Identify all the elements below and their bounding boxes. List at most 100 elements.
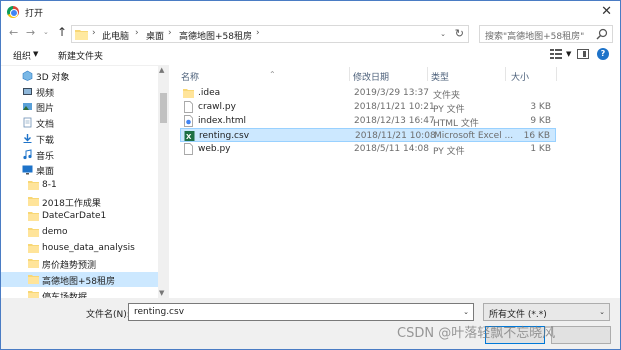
filename-label: 文件名(N):: [86, 310, 130, 320]
breadcrumb-separator: ›: [92, 28, 96, 38]
file-name: web.py: [198, 144, 231, 154]
column-divider[interactable]: [427, 67, 428, 81]
nav-item-label: 停车场数据: [42, 292, 88, 298]
column-header-name[interactable]: 名称 ⌃: [181, 65, 349, 83]
file-size: 3 KB: [530, 102, 551, 112]
filetype-value: 所有文件 (*.*): [489, 310, 547, 320]
nav-item[interactable]: house_data_analysis: [1, 241, 158, 256]
nav-item-label: 文档: [36, 120, 55, 131]
file-row[interactable]: .idea 2019/3/29 13:37 文件夹: [180, 86, 556, 101]
nav-item[interactable]: 2018工作成果: [1, 194, 158, 209]
nav-item[interactable]: 文档: [1, 115, 158, 130]
column-header-type[interactable]: 类型: [431, 65, 507, 83]
nav-item-label: 房价趋势预测: [42, 261, 97, 272]
desktop-icon: [22, 165, 33, 175]
scrollbar-thumb[interactable]: [160, 93, 167, 123]
folder-icon: [28, 212, 39, 222]
nav-item-label: 高德地图+58租房: [42, 277, 115, 288]
recent-locations-chevron-icon[interactable]: ⌄: [43, 28, 49, 36]
up-arrow-icon[interactable]: ↑: [57, 25, 67, 39]
file-date: 2019/3/29 13:37: [354, 88, 429, 98]
nav-item[interactable]: 下载: [1, 131, 158, 146]
close-button[interactable]: ✕: [601, 4, 612, 19]
folder-icon: [28, 275, 39, 285]
nav-item[interactable]: 图片: [1, 99, 158, 114]
filetype-chevron-icon[interactable]: ⌄: [599, 308, 605, 316]
address-history-chevron-icon[interactable]: ⌄: [440, 30, 446, 38]
file-date: 2018/5/11 14:08: [354, 144, 429, 154]
folder-icon: [28, 196, 39, 206]
view-options-icon[interactable]: [549, 48, 563, 60]
navigation-scrollbar[interactable]: ▲ ▼: [158, 65, 169, 298]
column-divider[interactable]: [349, 67, 350, 81]
breadcrumb-desktop[interactable]: 桌面: [146, 29, 164, 42]
file-type: Microsoft Excel ...: [434, 131, 514, 141]
file-date: 2018/11/21 10:21: [354, 102, 435, 112]
nav-item[interactable]: 音乐: [1, 147, 158, 162]
column-header-size[interactable]: 大小: [511, 65, 557, 83]
documents-icon: [23, 117, 32, 128]
file-row[interactable]: web.py 2018/5/11 14:08 PY 文件 1 KB: [180, 142, 556, 157]
svg-text:X: X: [186, 133, 192, 141]
nav-item-label: 8-1: [42, 179, 57, 190]
open-file-dialog: 打开 ✕ ← → ⌄ ↑ › 此电脑 › 桌面 › 高德地图+58租房 › ⌄ …: [0, 0, 621, 350]
folder-icon: [28, 243, 39, 253]
help-icon[interactable]: ?: [597, 48, 609, 60]
nav-item[interactable]: 视频: [1, 84, 158, 99]
nav-item[interactable]: 3D 对象: [1, 68, 158, 83]
file-row[interactable]: crawl.py 2018/11/21 10:21 PY 文件 3 KB: [180, 100, 556, 115]
breadcrumb-current-folder[interactable]: 高德地图+58租房: [179, 29, 252, 42]
nav-item[interactable]: DateCarDate1: [1, 209, 158, 224]
organize-button[interactable]: 组织: [13, 49, 31, 62]
new-folder-button[interactable]: 新建文件夹: [58, 49, 103, 62]
nav-item-label: 视频: [36, 88, 55, 99]
view-options-caret-icon[interactable]: ▼: [566, 50, 571, 58]
folder-icon: [28, 290, 39, 298]
preview-pane-icon[interactable]: [577, 49, 589, 59]
organize-caret-icon[interactable]: ▼: [33, 50, 38, 58]
filename-value: renting.csv: [134, 307, 185, 317]
file-name: crawl.py: [198, 102, 236, 112]
command-bar: 组织 ▼ 新建文件夹 ▼ ?: [1, 45, 620, 65]
refresh-icon[interactable]: ↻: [455, 27, 464, 40]
back-arrow-icon[interactable]: ←: [9, 26, 18, 39]
file-row[interactable]: index.html 2018/12/13 16:47 HTML 文件 9 KB: [180, 114, 556, 129]
filename-history-chevron-icon[interactable]: ⌄: [463, 308, 469, 316]
nav-item-label: DateCarDate1: [42, 211, 107, 222]
column-divider[interactable]: [505, 67, 506, 81]
file-date: 2018/12/13 16:47: [354, 116, 435, 126]
cancel-button[interactable]: [551, 326, 611, 344]
breadcrumb-this-pc[interactable]: 此电脑: [102, 29, 129, 42]
folder-icon: [75, 30, 88, 40]
3d-objects-icon: [22, 70, 33, 81]
filetype-select[interactable]: 所有文件 (*.*) ⌄: [483, 303, 610, 321]
address-bar[interactable]: › 此电脑 › 桌面 › 高德地图+58租房 › ⌄ ↻: [71, 25, 469, 43]
file-icon: [184, 101, 193, 113]
sort-ascending-icon: ⌃: [269, 70, 276, 79]
nav-item[interactable]: 桌面: [1, 162, 158, 177]
search-icon: [596, 28, 608, 40]
nav-item[interactable]: demo: [1, 225, 158, 240]
folder-icon: [28, 228, 39, 237]
search-input[interactable]: 搜索"高德地图+58租房": [479, 25, 613, 43]
nav-item[interactable]: 8-1: [1, 178, 158, 193]
scroll-up-icon[interactable]: ▲: [159, 66, 164, 74]
filename-input[interactable]: renting.csv ⌄: [128, 303, 474, 321]
file-name: index.html: [198, 116, 246, 126]
forward-arrow-icon[interactable]: →: [26, 26, 35, 39]
search-placeholder: 搜索"高德地图+58租房": [485, 32, 585, 42]
html-file-icon: [184, 115, 193, 127]
scroll-down-icon[interactable]: ▼: [159, 289, 164, 297]
nav-item-label: 图片: [36, 104, 55, 115]
file-size: 9 KB: [530, 116, 551, 126]
window-title: 打开: [25, 9, 44, 19]
nav-item[interactable]: 房价趋势预测: [1, 256, 158, 271]
folder-icon: [28, 259, 39, 269]
column-header-date[interactable]: 修改日期: [353, 65, 429, 83]
nav-item[interactable]: 停车场数据: [1, 288, 158, 298]
column-divider[interactable]: [556, 67, 557, 81]
nav-item[interactable]: 高德地图+58租房: [1, 272, 158, 288]
navigation-pane: 3D 对象视频图片文档 下载音乐 桌面 8-1 2018工作成果 DateCarDate1…: [1, 65, 169, 298]
file-row[interactable]: Xrenting.csv 2018/11/21 10:08 Microsoft Ex…: [180, 128, 556, 142]
nav-item-label: 音乐: [36, 151, 55, 162]
